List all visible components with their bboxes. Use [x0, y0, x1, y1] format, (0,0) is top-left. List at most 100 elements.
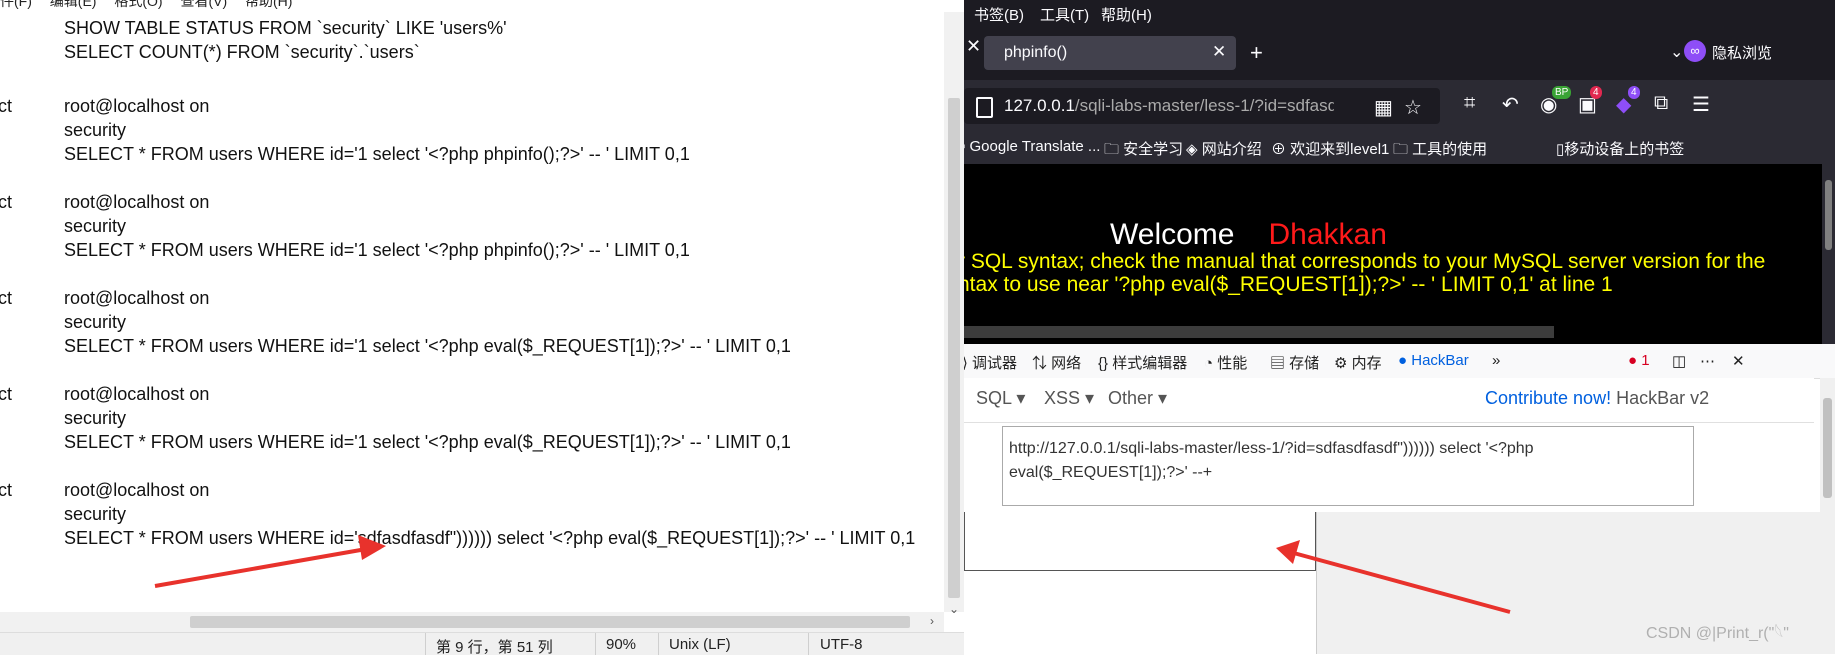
log-line: security — [64, 216, 127, 236]
dock-icon[interactable]: ◫ — [1672, 352, 1686, 370]
chevron-down-icon[interactable]: ⌄ — [1670, 42, 1683, 62]
page-horizontal-scrollbar[interactable] — [964, 326, 1554, 338]
log-line: SHOW TABLE STATUS FROM `security` LIKE '… — [64, 18, 507, 38]
notepad-horizontal-scrollbar[interactable]: › — [0, 612, 944, 632]
bookmarks-toolbar: ▫ Google Translate ... 🗀 安全学习 ◈ 网站介绍 ⊕ 欢… — [964, 132, 1835, 164]
log-line: security — [64, 408, 127, 428]
log-line: SELECT COUNT(*) FROM `security`.`users` — [64, 42, 420, 62]
devtools-tabs: ⟩ 调试器 ⇅ 网络 {} 样式编辑器 ◔ 性能 ▤ 存储 ⚙ 内存 ● Hac… — [964, 344, 1835, 379]
menu-bookmarks[interactable]: 书签(B) — [974, 4, 1024, 25]
log-type-label: ct — [0, 384, 13, 404]
scroll-right-icon[interactable]: › — [930, 614, 934, 628]
hackbar-toolbar: SQL ▾ XSS ▾ Other ▾ Contribute now! Hack… — [964, 378, 1814, 423]
extension-badge: 4 — [1590, 86, 1602, 99]
tab-memory[interactable]: ⚙ 内存 — [1334, 352, 1382, 373]
encoding: UTF-8 — [820, 636, 863, 653]
watermark: CSDN @|Print_r("𓆩" — [1646, 625, 1789, 642]
scrollbar-thumb[interactable] — [190, 616, 910, 628]
error-count[interactable]: ● 1 — [1628, 352, 1650, 369]
sql-error-line-2: ntax to use near '?php eval($_REQUEST[1]… — [964, 273, 1613, 296]
log-line: SELECT * FROM users WHERE id='1 select '… — [64, 144, 690, 164]
sql-menu[interactable]: SQL ▾ — [976, 388, 1025, 409]
extensions-icon[interactable]: ⧉ — [1654, 92, 1668, 115]
bookmark-mobile[interactable]: ▯移动设备上的书签 — [1556, 138, 1684, 159]
bookmark-google-translate[interactable]: ▫ Google Translate ... — [964, 138, 1100, 155]
log-line: security — [64, 120, 127, 140]
menu-tools[interactable]: 工具(T) — [1040, 4, 1089, 25]
devtools-panel: ⟩ 调试器 ⇅ 网络 {} 样式编辑器 ◔ 性能 ▤ 存储 ⚙ 内存 ● Hac… — [964, 344, 1835, 654]
bookmark-folder-security[interactable]: 🗀 安全学习 — [1104, 138, 1183, 164]
close-devtools-icon[interactable]: ✕ — [1732, 352, 1745, 370]
notepad-status-bar: 第 9 行，第 51 列 90% Unix (LF) UTF-8 — [0, 632, 964, 656]
tab-bar: ✕ phpinfo() ✕ + ⌄ ∞ 隐私浏览 — [964, 26, 1835, 80]
tab-performance[interactable]: ◔ 性能 — [1204, 352, 1247, 373]
log-line: SELECT * FROM users WHERE id='sdfasdfasd… — [64, 528, 916, 548]
devtools-vertical-scrollbar[interactable] — [1820, 378, 1835, 654]
log-line: SELECT * FROM users WHERE id='1 select '… — [64, 336, 791, 356]
bookmark-star-icon[interactable]: ☆ — [1404, 95, 1422, 120]
zoom-level: 90% — [606, 636, 637, 653]
log-line: root@localhost on — [64, 384, 210, 404]
tab-title: phpinfo() — [1004, 44, 1068, 61]
page-content: Welcome Dhakkan r SQL syntax; check the m… — [964, 164, 1822, 344]
tab-network[interactable]: ⇅ 网络 — [1032, 352, 1081, 373]
tab-style-editor[interactable]: {} 样式编辑器 — [1098, 352, 1187, 373]
bookmark-folder-tools[interactable]: 🗀 工具的使用 — [1393, 138, 1487, 164]
page-vertical-scrollbar[interactable] — [1822, 164, 1835, 344]
bookmark-level1[interactable]: ⊕ 欢迎来到level1 — [1271, 138, 1389, 159]
log-type-label: ct — [0, 288, 13, 308]
hackbar-bottom-panel — [964, 512, 1316, 571]
screenshot-icon[interactable]: ⌗ — [1464, 92, 1475, 115]
scroll-down-icon[interactable]: ⌄ — [949, 602, 959, 616]
log-line: security — [64, 504, 127, 524]
contribute-link[interactable]: Contribute now! — [1485, 388, 1611, 408]
scrollbar-thumb[interactable] — [948, 98, 960, 598]
navigation-toolbar: 127.0.0.1/sqli-labs-master/less-1/?id=sd… — [964, 80, 1835, 132]
notepad-vertical-scrollbar[interactable]: ⌄ — [944, 12, 964, 616]
more-tabs-icon[interactable]: » — [1492, 352, 1500, 369]
browser-menubar: 书签(B) 工具(T) 帮助(H) — [964, 0, 1835, 26]
tab-hackbar[interactable]: ● HackBar — [1398, 352, 1469, 369]
url-text[interactable]: 127.0.0.1/sqli-labs-master/less-1/?id=sd… — [1004, 96, 1334, 116]
notepad-text-area[interactable]: SHOW TABLE STATUS FROM `security` LIKE '… — [0, 10, 940, 610]
other-menu[interactable]: Other ▾ — [1108, 388, 1167, 409]
xss-menu[interactable]: XSS ▾ — [1044, 388, 1094, 409]
log-line: root@localhost on — [64, 480, 210, 500]
tab-phpinfo[interactable]: phpinfo() ✕ — [984, 36, 1236, 70]
log-type-label: ct — [0, 480, 13, 500]
log-type-label: ct — [0, 192, 13, 212]
log-line: SELECT * FROM users WHERE id='1 select '… — [64, 432, 791, 452]
menu-help[interactable]: 帮助(H) — [1101, 4, 1152, 25]
log-type-label: ct — [0, 96, 13, 116]
log-line: SELECT * FROM users WHERE id='1 select '… — [64, 240, 690, 260]
url-bar[interactable]: 127.0.0.1/sqli-labs-master/less-1/?id=sd… — [964, 88, 1440, 124]
bookmark-site-intro[interactable]: ◈ 网站介绍 — [1186, 138, 1262, 159]
open-menu-icon[interactable]: ☰ — [1692, 92, 1710, 117]
scrollbar-thumb[interactable] — [1825, 180, 1832, 250]
scrollbar-thumb[interactable] — [1823, 398, 1832, 498]
log-line: root@localhost on — [64, 288, 210, 308]
page-icon — [976, 97, 993, 118]
log-line: security — [64, 312, 127, 332]
private-browsing-icon: ∞ — [1684, 40, 1706, 62]
tab-storage[interactable]: ▤ 存储 — [1270, 352, 1319, 373]
log-line: root@localhost on — [64, 96, 210, 116]
sql-error-line-1: r SQL syntax; check the manual that corr… — [964, 250, 1766, 273]
qr-code-icon[interactable]: ▦ — [1374, 95, 1393, 120]
close-icon[interactable]: ✕ — [966, 36, 981, 57]
bp-badge: BP — [1552, 86, 1572, 99]
notepad-window: 件(F) 编辑(E) 格式(O) 查看(V) 帮助(H) SHOW TABLE … — [0, 0, 964, 656]
more-options-icon[interactable]: ⋯ — [1700, 352, 1715, 370]
close-tab-icon[interactable]: ✕ — [1212, 42, 1226, 62]
log-line: root@localhost on — [64, 192, 210, 212]
extension-badge-2: 4 — [1628, 86, 1640, 99]
private-browsing-label: 隐私浏览 — [1712, 45, 1773, 62]
line-ending: Unix (LF) — [669, 636, 731, 653]
welcome-name: Dhakkan — [1268, 218, 1387, 251]
undo-icon[interactable]: ↶ — [1502, 92, 1519, 117]
hackbar-url-input[interactable]: http://127.0.0.1/sqli-labs-master/less-1… — [1002, 426, 1694, 506]
tab-debugger[interactable]: ⟩ 调试器 — [964, 352, 1017, 373]
new-tab-icon[interactable]: + — [1250, 40, 1263, 66]
browser-window: 书签(B) 工具(T) 帮助(H) ✕ phpinfo() ✕ + ⌄ ∞ 隐私… — [964, 0, 1835, 654]
hackbar-contribute: Contribute now! HackBar v2 — [1485, 388, 1710, 408]
